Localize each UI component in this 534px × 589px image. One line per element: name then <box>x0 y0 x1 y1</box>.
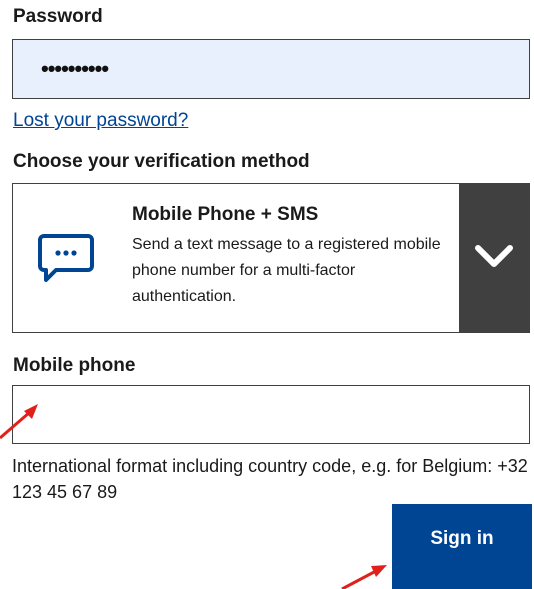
mobile-phone-label: Mobile phone <box>13 355 136 376</box>
password-value: •••••••••• <box>41 56 109 81</box>
verification-option: Mobile Phone + SMS Send a text message t… <box>118 184 459 332</box>
login-form: Password •••••••••• Lost your password? … <box>0 0 534 589</box>
annotation-arrow-icon <box>341 565 387 589</box>
chevron-down-icon <box>474 243 514 274</box>
sign-in-button[interactable]: Sign in <box>392 504 532 589</box>
mobile-phone-input[interactable] <box>12 385 530 444</box>
verification-option-description: Send a text message to a registered mobi… <box>132 236 441 305</box>
dropdown-toggle-button[interactable] <box>459 184 529 332</box>
lost-password-link[interactable]: Lost your password? <box>13 110 188 132</box>
mobile-phone-hint: International format including country c… <box>12 456 528 502</box>
password-input[interactable]: •••••••••• <box>12 39 530 99</box>
verification-method-label: Choose your verification method <box>13 151 310 172</box>
verification-option-title: Mobile Phone + SMS <box>132 204 319 225</box>
verification-method-select[interactable]: Mobile Phone + SMS Send a text message t… <box>12 183 530 333</box>
password-label: Password <box>13 6 103 27</box>
annotation-arrow-icon <box>0 404 38 440</box>
sms-chat-icon <box>13 184 118 332</box>
